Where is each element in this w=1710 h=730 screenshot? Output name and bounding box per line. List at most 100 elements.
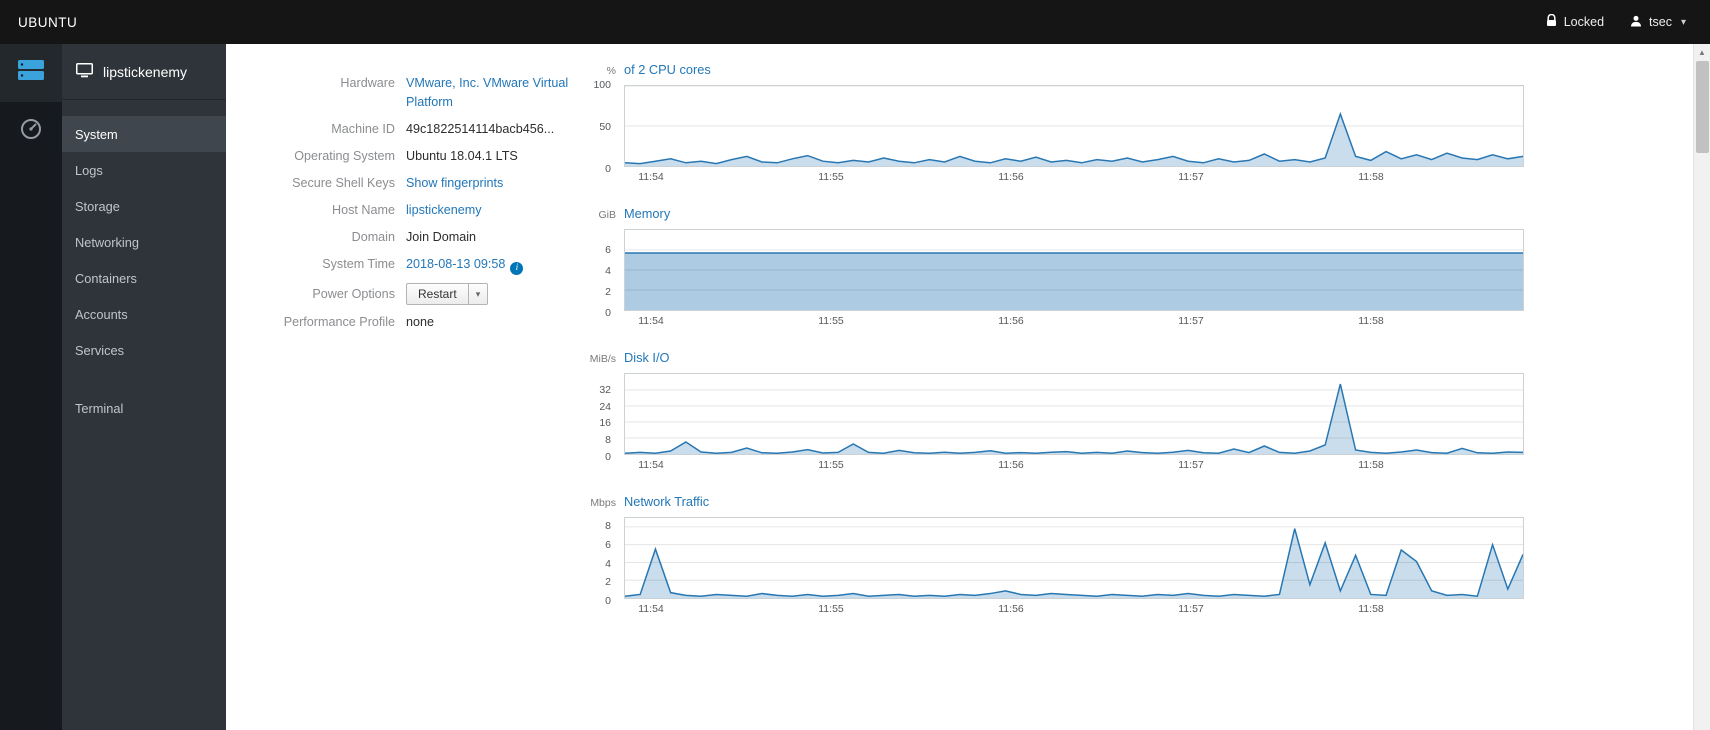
disk-io-plot xyxy=(624,373,1524,455)
y-tick-label: 8 xyxy=(605,520,611,533)
info-icon[interactable]: i xyxy=(510,262,524,275)
system-info-panel: Hardware VMware, Inc. VMware Virtual Pla… xyxy=(226,44,586,730)
operating-system-value: Ubuntu 18.04.1 LTS xyxy=(406,149,518,163)
y-tick-label: 2 xyxy=(605,286,611,298)
power-options-split-button: Restart ▾ xyxy=(406,283,489,305)
cpu-chart-title[interactable]: of 2 CPU cores xyxy=(624,62,711,77)
host-name-link[interactable]: lipstickenemy xyxy=(406,201,482,220)
cpu-chart: % of 2 CPU cores 0 50 100 11:54 11:55 11:56 1… xyxy=(586,62,1524,184)
x-tick-label: 11:54 xyxy=(638,459,664,471)
y-tick-label: 6 xyxy=(605,539,611,551)
network-traffic-chart: Mbps Network Traffic 02468 11:54 11:55 11:… xyxy=(586,494,1524,616)
host-selector[interactable]: lipstickenemy xyxy=(62,44,226,100)
x-tick-label: 11:58 xyxy=(1358,315,1384,327)
sidebar-item-networking[interactable]: Networking xyxy=(62,224,226,260)
chart-unit: MiB/s xyxy=(589,353,616,365)
sidebar-item-services[interactable]: Services xyxy=(62,332,226,368)
x-tick-label: 11:58 xyxy=(1358,603,1384,615)
x-tick-label: 11:57 xyxy=(1178,459,1204,471)
disk-io-chart: MiB/s Disk I/O 0 8 16 24 32 11:54 11:55 11:56 1… xyxy=(586,350,1524,472)
charts-panel: % of 2 CPU cores 0 50 100 11:54 11:55 11:56 1… xyxy=(586,44,1710,730)
restart-dropdown-button[interactable]: ▾ xyxy=(468,283,489,305)
y-tick-label: 16 xyxy=(599,417,611,430)
user-name: tsec xyxy=(1649,15,1672,29)
info-label: Machine ID xyxy=(331,122,395,136)
x-tick-label: 11:57 xyxy=(1178,603,1204,615)
y-tick-label: 4 xyxy=(605,265,611,277)
scroll-up-icon[interactable]: ▲ xyxy=(1694,44,1710,60)
scrollbar-thumb[interactable] xyxy=(1696,61,1709,153)
sidebar-menu: System Logs Storage Networking Containers Acc… xyxy=(62,100,226,426)
y-tick-label: 50 xyxy=(599,121,611,133)
chevron-down-icon: ▾ xyxy=(1680,16,1686,28)
x-axis: 11:54 11:55 11:56 11:57 11:58 xyxy=(624,455,1524,472)
x-tick-label: 11:55 xyxy=(818,171,844,183)
network-traffic-plot xyxy=(624,517,1524,599)
x-tick-label: 11:55 xyxy=(818,603,844,615)
performance-profile-row: Performance Profile none xyxy=(226,313,586,332)
x-axis: 11:54 11:55 11:56 11:57 11:58 xyxy=(624,311,1524,328)
x-tick-label: 11:54 xyxy=(638,315,664,327)
y-tick-label: 4 xyxy=(605,557,611,570)
lock-icon xyxy=(1546,13,1557,30)
show-fingerprints-link[interactable]: Show fingerprints xyxy=(406,174,503,193)
info-label: System Time xyxy=(322,257,395,271)
ssh-keys-row: Secure Shell Keys Show fingerprints xyxy=(226,174,586,193)
info-label: Hardware xyxy=(340,76,395,90)
chart-unit: Mbps xyxy=(590,497,616,509)
x-tick-label: 11:57 xyxy=(1178,315,1204,327)
sidebar-item-system[interactable]: System xyxy=(62,116,226,152)
y-axis: 0 50 100 xyxy=(586,79,616,175)
memory-chart-title[interactable]: Memory xyxy=(624,206,670,221)
sidebar-item-terminal[interactable]: Terminal xyxy=(62,390,226,426)
system-time-row: System Time 2018-08-13 09:58 i xyxy=(226,255,586,275)
join-domain-link[interactable]: Join Domain xyxy=(406,228,476,247)
x-tick-label: 11:58 xyxy=(1358,171,1384,183)
x-tick-label: 11:56 xyxy=(998,459,1024,471)
brand-logo: UBUNTU xyxy=(18,14,78,30)
network-traffic-chart-title[interactable]: Network Traffic xyxy=(624,494,709,509)
user-icon xyxy=(1630,15,1642,30)
disk-io-chart-title[interactable]: Disk I/O xyxy=(624,350,670,365)
x-axis: 11:54 11:55 11:56 11:57 11:58 xyxy=(624,599,1524,616)
x-tick-label: 11:56 xyxy=(998,315,1024,327)
x-tick-label: 11:55 xyxy=(818,459,844,471)
hardware-link[interactable]: VMware, Inc. VMware Virtual Platform xyxy=(406,74,574,112)
y-axis: 0 2 4 6 xyxy=(586,229,616,319)
info-label: Secure Shell Keys xyxy=(292,176,395,190)
restart-button[interactable]: Restart xyxy=(406,283,469,305)
y-tick-label: 100 xyxy=(593,79,611,91)
machines-nav-icon-tile[interactable] xyxy=(0,44,62,102)
y-tick-label: 0 xyxy=(605,163,611,175)
dashboard-nav-icon-tile[interactable] xyxy=(0,102,62,160)
x-tick-label: 11:58 xyxy=(1358,459,1384,471)
y-axis: 0 8 16 24 32 xyxy=(586,373,616,463)
locked-indicator[interactable]: Locked xyxy=(1546,13,1605,30)
top-bar: UBUNTU Locked tsec ▾ xyxy=(0,0,1710,44)
vertical-scrollbar[interactable]: ▲ xyxy=(1693,44,1710,730)
sidebar-item-logs[interactable]: Logs xyxy=(62,152,226,188)
chart-unit: GiB xyxy=(598,209,616,221)
x-tick-label: 11:57 xyxy=(1178,171,1204,183)
x-tick-label: 11:54 xyxy=(638,171,664,183)
performance-profile-value: none xyxy=(406,315,435,329)
info-label: Operating System xyxy=(294,149,395,163)
sidebar-item-accounts[interactable]: Accounts xyxy=(62,296,226,332)
cpu-plot xyxy=(624,85,1524,167)
sidebar-item-storage[interactable]: Storage xyxy=(62,188,226,224)
x-axis: 11:54 11:55 11:56 11:57 11:58 xyxy=(624,167,1524,184)
system-time-link[interactable]: 2018-08-13 09:58 xyxy=(406,257,505,271)
x-tick-label: 11:56 xyxy=(998,603,1024,615)
info-label: Performance Profile xyxy=(283,315,395,329)
locked-label: Locked xyxy=(1563,15,1605,29)
y-tick-label: 32 xyxy=(599,383,611,396)
x-tick-label: 11:56 xyxy=(998,171,1024,183)
x-tick-label: 11:54 xyxy=(638,603,664,615)
user-menu[interactable]: tsec ▾ xyxy=(1630,15,1686,30)
machine-id-value: 49c1822514114bacb456... xyxy=(406,122,555,136)
y-tick-label: 0 xyxy=(605,595,611,607)
y-tick-label: 0 xyxy=(605,451,611,463)
memory-chart: GiB Memory 0246 11:54 11:55 11:56 11:57 11:5… xyxy=(586,206,1524,328)
sidebar-item-containers[interactable]: Containers xyxy=(62,260,226,296)
power-options-row: Power Options Restart ▾ xyxy=(226,283,586,305)
